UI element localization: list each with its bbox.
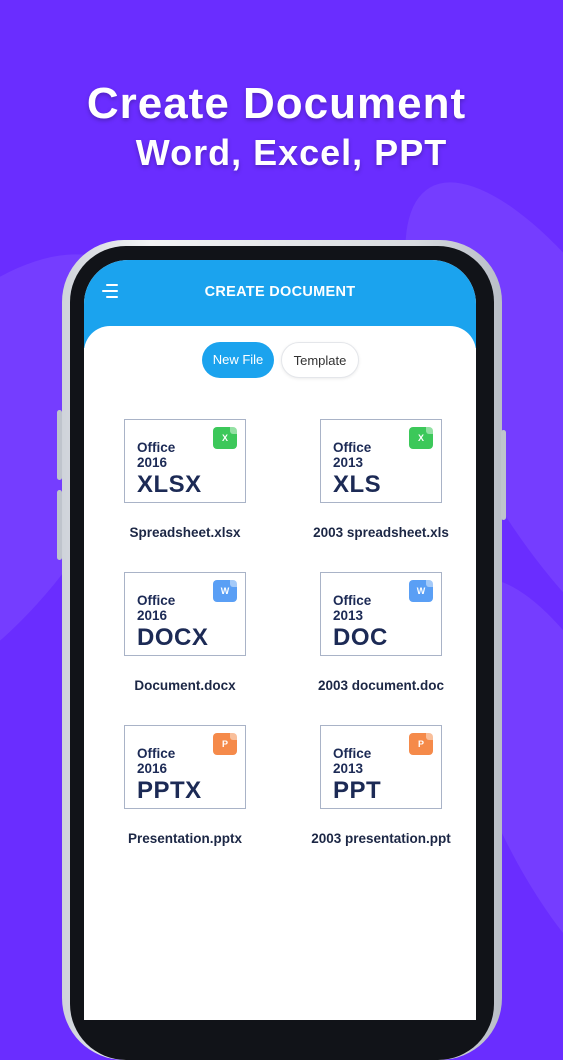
- headline-subtitle: Word, Excel, PPT: [135, 132, 448, 173]
- excel-icon: X: [409, 427, 433, 449]
- file-format-label: PPTX: [137, 777, 202, 804]
- tab-bar: New File Template: [84, 342, 476, 380]
- tab-new-file[interactable]: New File: [202, 342, 274, 378]
- phone-power-button: [501, 430, 506, 520]
- powerpoint-icon: P: [409, 733, 433, 755]
- tab-template[interactable]: Template: [281, 342, 359, 378]
- file-format-label: PPT: [333, 777, 382, 804]
- file-thumbnail: Office 2013 PPT P: [320, 725, 442, 809]
- file-name: 2003 document.doc: [317, 678, 445, 693]
- excel-icon: X: [213, 427, 237, 449]
- file-name: Document.docx: [134, 678, 236, 693]
- file-format-label: DOCX: [137, 624, 209, 651]
- app-title: CREATE DOCUMENT: [204, 284, 356, 300]
- file-name: 2003 spreadsheet.xls: [313, 525, 449, 540]
- file-thumbnail: Office 2013 DOC W: [320, 572, 442, 656]
- file-thumbnail: Office 2016 DOCX W: [124, 572, 246, 656]
- app-screen: CREATE DOCUMENT New File Template Office…: [84, 260, 476, 1020]
- content-panel: New File Template Office 2016 XLSX X Spre…: [84, 326, 476, 1020]
- file-thumbnail: Office 2013 XLS X: [320, 419, 442, 503]
- file-name: Presentation.pptx: [127, 831, 243, 846]
- file-format-label: XLS: [333, 471, 382, 498]
- file-card-xls[interactable]: Office 2013 XLS X 2003 spreadsheet.xls: [286, 419, 476, 540]
- file-format-label: XLSX: [137, 471, 202, 498]
- word-icon: W: [213, 580, 237, 602]
- file-card-xlsx[interactable]: Office 2016 XLSX X Spreadsheet.xlsx: [90, 419, 280, 540]
- file-thumbnail: Office 2016 PPTX P: [124, 725, 246, 809]
- file-thumbnail: Office 2016 XLSX X: [124, 419, 246, 503]
- phone-volume-button: [57, 490, 62, 560]
- promo-headline: Create Document Word, Excel, PPT: [0, 78, 563, 176]
- phone-volume-button: [57, 410, 62, 480]
- file-name: Spreadsheet.xlsx: [129, 525, 241, 540]
- file-card-docx[interactable]: Office 2016 DOCX W Document.docx: [90, 572, 280, 693]
- powerpoint-icon: P: [213, 733, 237, 755]
- file-name: 2003 presentation.ppt: [311, 831, 451, 846]
- file-card-pptx[interactable]: Office 2016 PPTX P Presentation.pptx: [90, 725, 280, 846]
- file-card-ppt[interactable]: Office 2013 PPT P 2003 presentation.ppt: [286, 725, 476, 846]
- headline-title: Create Document: [86, 79, 467, 128]
- file-card-doc[interactable]: Office 2013 DOC W 2003 document.doc: [286, 572, 476, 693]
- file-format-label: DOC: [333, 624, 388, 651]
- word-icon: W: [409, 580, 433, 602]
